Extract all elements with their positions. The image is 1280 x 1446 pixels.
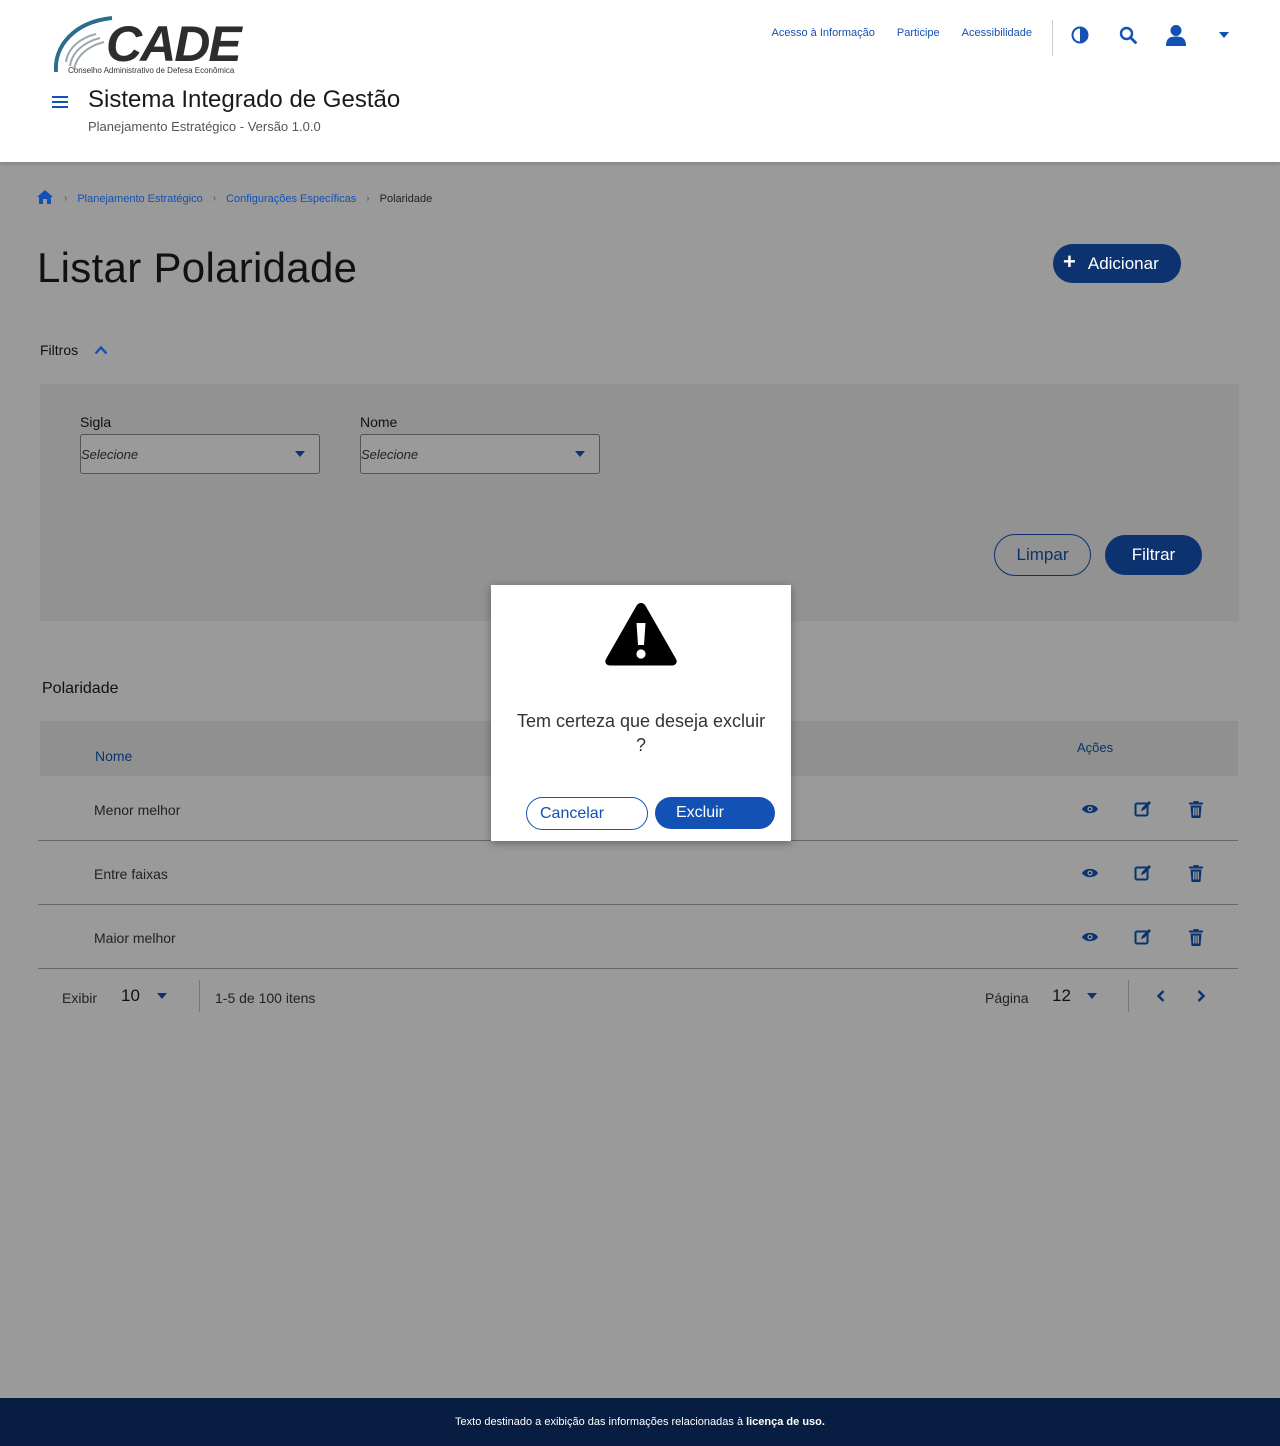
caret-down-icon[interactable]: [155, 989, 169, 1003]
system-subtitle: Planejamento Estratégico - Versão 1.0.0: [88, 119, 321, 134]
confirm-delete-button[interactable]: Excluir: [655, 797, 775, 829]
filters-toggle[interactable]: Filtros: [40, 342, 108, 358]
caret-down-icon: [575, 451, 585, 457]
plus-icon: +: [1063, 248, 1076, 274]
confirm-delete-modal: Tem certeza que deseja excluir ? Cancela…: [491, 585, 791, 841]
hamburger-menu-icon[interactable]: [52, 96, 68, 110]
caret-down-icon[interactable]: [1211, 22, 1237, 48]
chevron-up-icon: [94, 345, 108, 355]
home-icon[interactable]: [36, 189, 54, 208]
pager-divider: [199, 980, 200, 1012]
sigla-select[interactable]: Selecione: [80, 434, 320, 474]
table-title: Polaridade: [42, 680, 119, 697]
table-row: Maior melhor: [38, 905, 1238, 969]
header-divider: [1052, 20, 1053, 56]
link-acesso-informacao[interactable]: Acesso à Informação: [772, 27, 875, 39]
license-link[interactable]: licença de uso.: [746, 1416, 825, 1428]
column-header-acoes: Ações: [1077, 740, 1114, 755]
cancel-button[interactable]: Cancelar: [526, 797, 648, 830]
filter-button[interactable]: Filtrar: [1105, 535, 1202, 575]
link-acessibilidade[interactable]: Acessibilidade: [962, 27, 1032, 39]
breadcrumb-planejamento[interactable]: Planejamento Estratégico: [77, 193, 202, 205]
delete-icon[interactable]: [1186, 799, 1206, 819]
view-icon[interactable]: [1080, 863, 1100, 883]
breadcrumb: › Planejamento Estratégico › Configuraçõ…: [36, 189, 432, 208]
caret-down-icon: [295, 451, 305, 457]
breadcrumb-separator-icon: ›: [212, 193, 217, 204]
clear-button[interactable]: Limpar: [994, 534, 1091, 576]
table-row: Entre faixas: [38, 841, 1238, 905]
add-button-label: Adicionar: [1087, 253, 1159, 273]
filters-label: Filtros: [40, 342, 79, 358]
link-participe[interactable]: Participe: [897, 27, 940, 39]
search-icon[interactable]: [1115, 22, 1141, 48]
contrast-icon[interactable]: [1067, 22, 1093, 48]
nome-select-value: Selecione: [361, 446, 419, 462]
logo-text: CADE: [106, 16, 242, 72]
row-name: Entre faixas: [94, 866, 168, 882]
pagination: Exibir 10 1-5 de 100 itens Página 12: [38, 970, 1238, 1024]
page-select[interactable]: 12: [1052, 986, 1071, 1006]
breadcrumb-configuracoes[interactable]: Configurações Específicas: [226, 193, 356, 205]
sigla-select-value: Selecione: [81, 446, 139, 462]
breadcrumb-separator-icon: ›: [64, 193, 68, 204]
site-header: CADE Conselho Administrativo de Defesa E…: [0, 0, 1280, 162]
footer-text: Texto destinado a exibição das informaçõ…: [455, 1416, 744, 1428]
page-title: Listar Polaridade: [37, 244, 358, 291]
show-label: Exibir: [62, 990, 98, 1006]
site-footer: Texto destinado a exibição das informaçõ…: [0, 1398, 1280, 1446]
range-text: 1-5 de 100 itens: [215, 990, 316, 1006]
sigla-label: Sigla: [80, 414, 112, 430]
delete-icon[interactable]: [1186, 863, 1206, 883]
caret-down-icon[interactable]: [1085, 989, 1099, 1003]
row-name: Menor melhor: [94, 802, 181, 818]
edit-icon[interactable]: [1133, 927, 1153, 947]
nome-select[interactable]: Selecione: [360, 434, 600, 474]
page-label: Página: [985, 990, 1029, 1006]
user-icon[interactable]: [1163, 22, 1189, 48]
page-size-select[interactable]: 10: [121, 986, 140, 1006]
pager-divider: [1128, 980, 1129, 1012]
column-header-nome[interactable]: Nome: [95, 748, 132, 764]
breadcrumb-separator-icon: ›: [366, 193, 370, 204]
edit-icon[interactable]: [1133, 863, 1153, 883]
nome-label: Nome: [360, 414, 398, 430]
cade-logo[interactable]: CADE Conselho Administrativo de Defesa E…: [52, 16, 242, 78]
edit-icon[interactable]: [1133, 799, 1153, 819]
add-button[interactable]: + Adicionar: [1053, 244, 1181, 283]
row-name: Maior melhor: [94, 930, 176, 946]
delete-icon[interactable]: [1186, 927, 1206, 947]
top-links: Acesso à Informação Participe Acessibili…: [772, 27, 1032, 39]
breadcrumb-current: Polaridade: [379, 192, 433, 205]
logo-subtitle: Conselho Administrativo de Defesa Econôm…: [68, 66, 235, 75]
chevron-left-icon[interactable]: [1154, 989, 1168, 1003]
system-title: Sistema Integrado de Gestão: [88, 86, 401, 113]
view-icon[interactable]: [1080, 799, 1100, 819]
modal-message: Tem certeza que deseja excluir ?: [516, 711, 766, 755]
view-icon[interactable]: [1080, 927, 1100, 947]
warning-icon: [605, 603, 677, 666]
chevron-right-icon[interactable]: [1194, 989, 1208, 1003]
